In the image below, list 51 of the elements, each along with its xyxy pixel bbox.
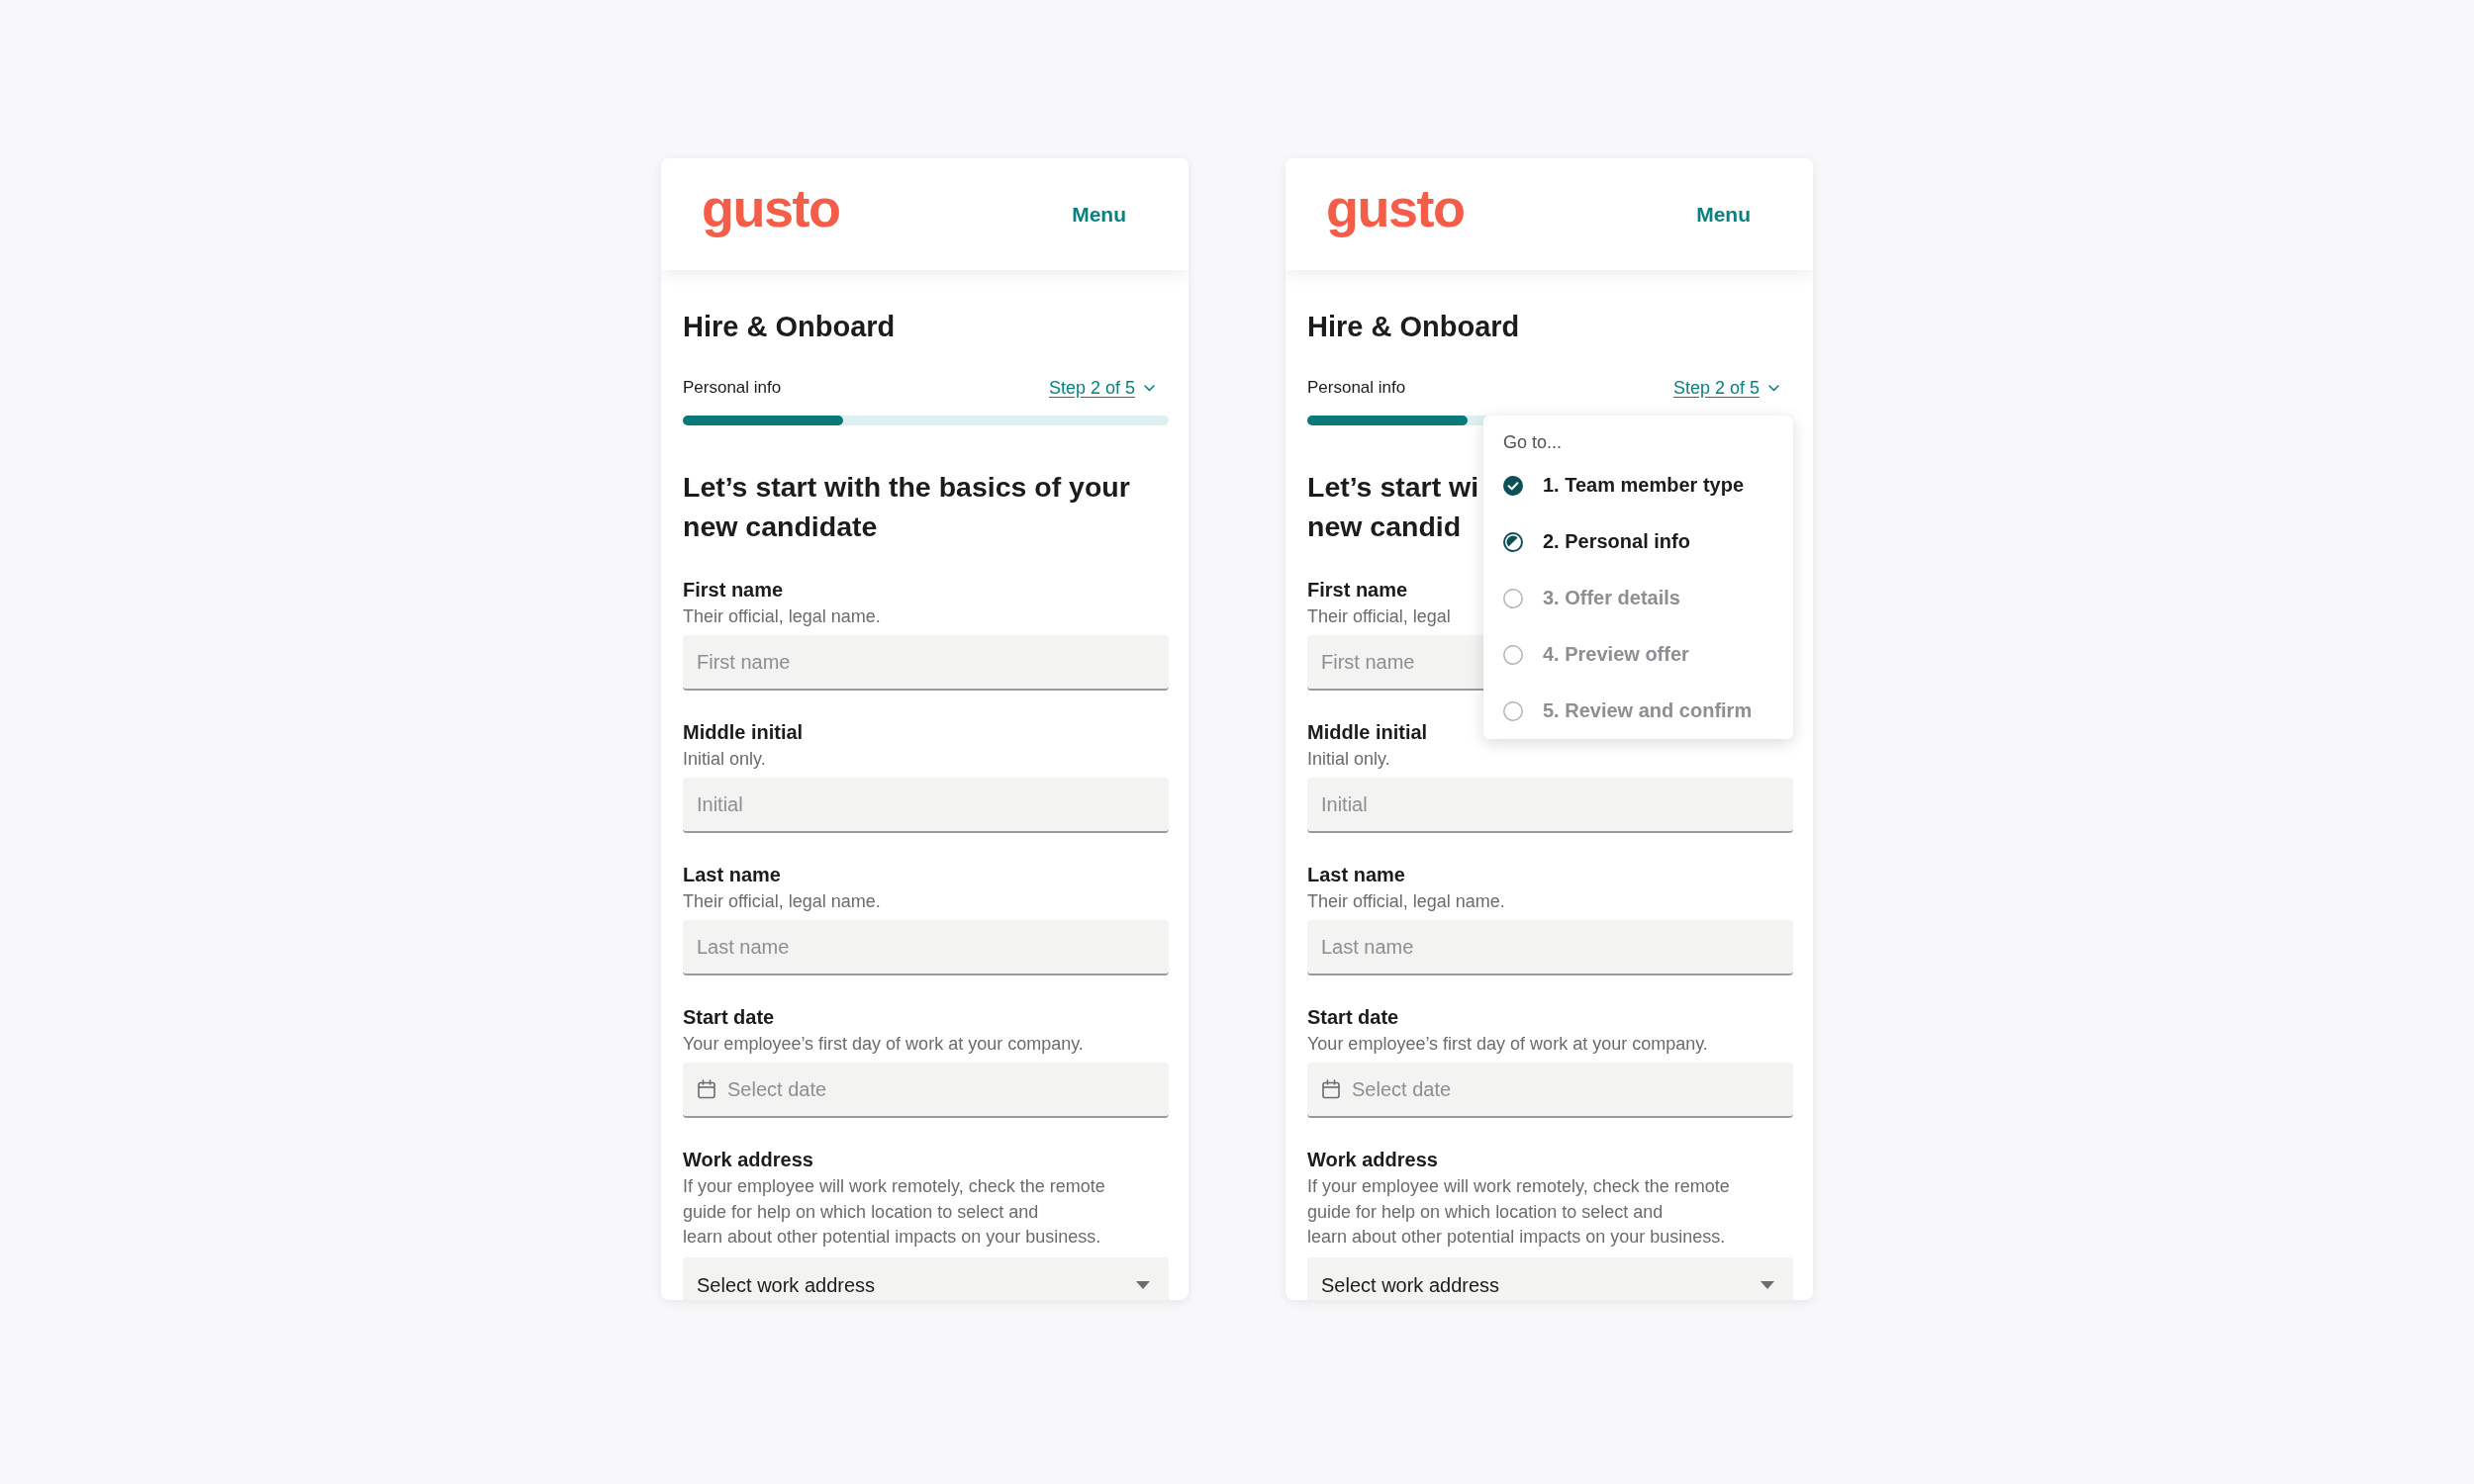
field-label: Middle initial (1307, 720, 1428, 744)
field-label: Last name (1307, 863, 1405, 886)
step-menu-item[interactable]: 3. Offer details (1503, 570, 1773, 626)
step-name: Personal info (683, 377, 782, 399)
field-label: Start date (683, 1005, 775, 1029)
step-link[interactable]: Step 2 of 5 (1672, 376, 1793, 400)
menu-title: Go to... (1503, 431, 1564, 454)
field-label: Last name (683, 863, 781, 886)
field-label: Middle initial (683, 720, 804, 744)
chevron-down-icon (1768, 384, 1779, 392)
text-field[interactable]: Initial (1307, 778, 1793, 833)
field-hint: If your employee will work remotely, check the remote guide for help on which location to select and learn about other potential impacts on your business. (683, 1175, 1105, 1249)
field-hint: Initial only. (683, 748, 766, 771)
text-field[interactable]: Last name (1307, 920, 1793, 975)
menu-button[interactable]: Menu (1072, 201, 1126, 228)
text-field[interactable]: Initial (683, 778, 1169, 833)
field-hint: Their official, legal name. (683, 890, 881, 913)
field-label: Work address (1307, 1148, 1438, 1171)
page-title: Hire & Onboard (683, 310, 896, 344)
field-hint: If your employee will work remotely, check the remote guide for help on which location to select and learn about other potential impacts on your business. (1307, 1175, 1730, 1249)
chevron-down-icon (1144, 384, 1155, 392)
field-hint: Initial only. (1307, 748, 1390, 771)
field-hint: Their official, legal name. (1307, 890, 1505, 913)
step-menu-item[interactable]: 4. Preview offer (1503, 626, 1773, 683)
caret-down-icon (1136, 1281, 1150, 1289)
field-label: Start date (1307, 1005, 1399, 1029)
date-field[interactable]: Select date (683, 1063, 1169, 1118)
select-field[interactable]: Select work address (683, 1257, 1169, 1300)
field-label: First name (683, 578, 784, 602)
field-hint: Their official, legal name. (683, 605, 881, 628)
step-menu-item[interactable]: 2. Personal info (1503, 513, 1773, 570)
step-name: Personal info (1307, 377, 1406, 399)
step-menu-item[interactable]: 5. Review and confirm (1503, 683, 1773, 739)
step-menu-item[interactable]: 1. Team member type (1503, 457, 1773, 513)
select-field[interactable]: Select work address (1307, 1257, 1793, 1300)
field-hint: Their official, legal (1307, 605, 1451, 628)
page-title: Hire & Onboard (1307, 310, 1520, 344)
section-heading: Let’s start with the basics of your new candidate (683, 470, 1130, 544)
text-field[interactable]: First name (683, 635, 1169, 691)
section-heading: Let’s start wi new candid (1307, 470, 1479, 544)
caret-down-icon (1760, 1281, 1774, 1289)
field-hint: Your employee’s first day of work at your company. (1307, 1033, 1708, 1056)
field-label: Work address (683, 1148, 813, 1171)
step-link[interactable]: Step 2 of 5 (1048, 376, 1169, 400)
calendar-icon (1321, 1079, 1341, 1099)
field-label: First name (1307, 578, 1408, 602)
calendar-icon (697, 1079, 716, 1099)
field-hint: Your employee’s first day of work at your company. (683, 1033, 1084, 1056)
text-field[interactable]: Last name (683, 920, 1169, 975)
menu-button[interactable]: Menu (1696, 201, 1751, 228)
date-field[interactable]: Select date (1307, 1063, 1793, 1118)
